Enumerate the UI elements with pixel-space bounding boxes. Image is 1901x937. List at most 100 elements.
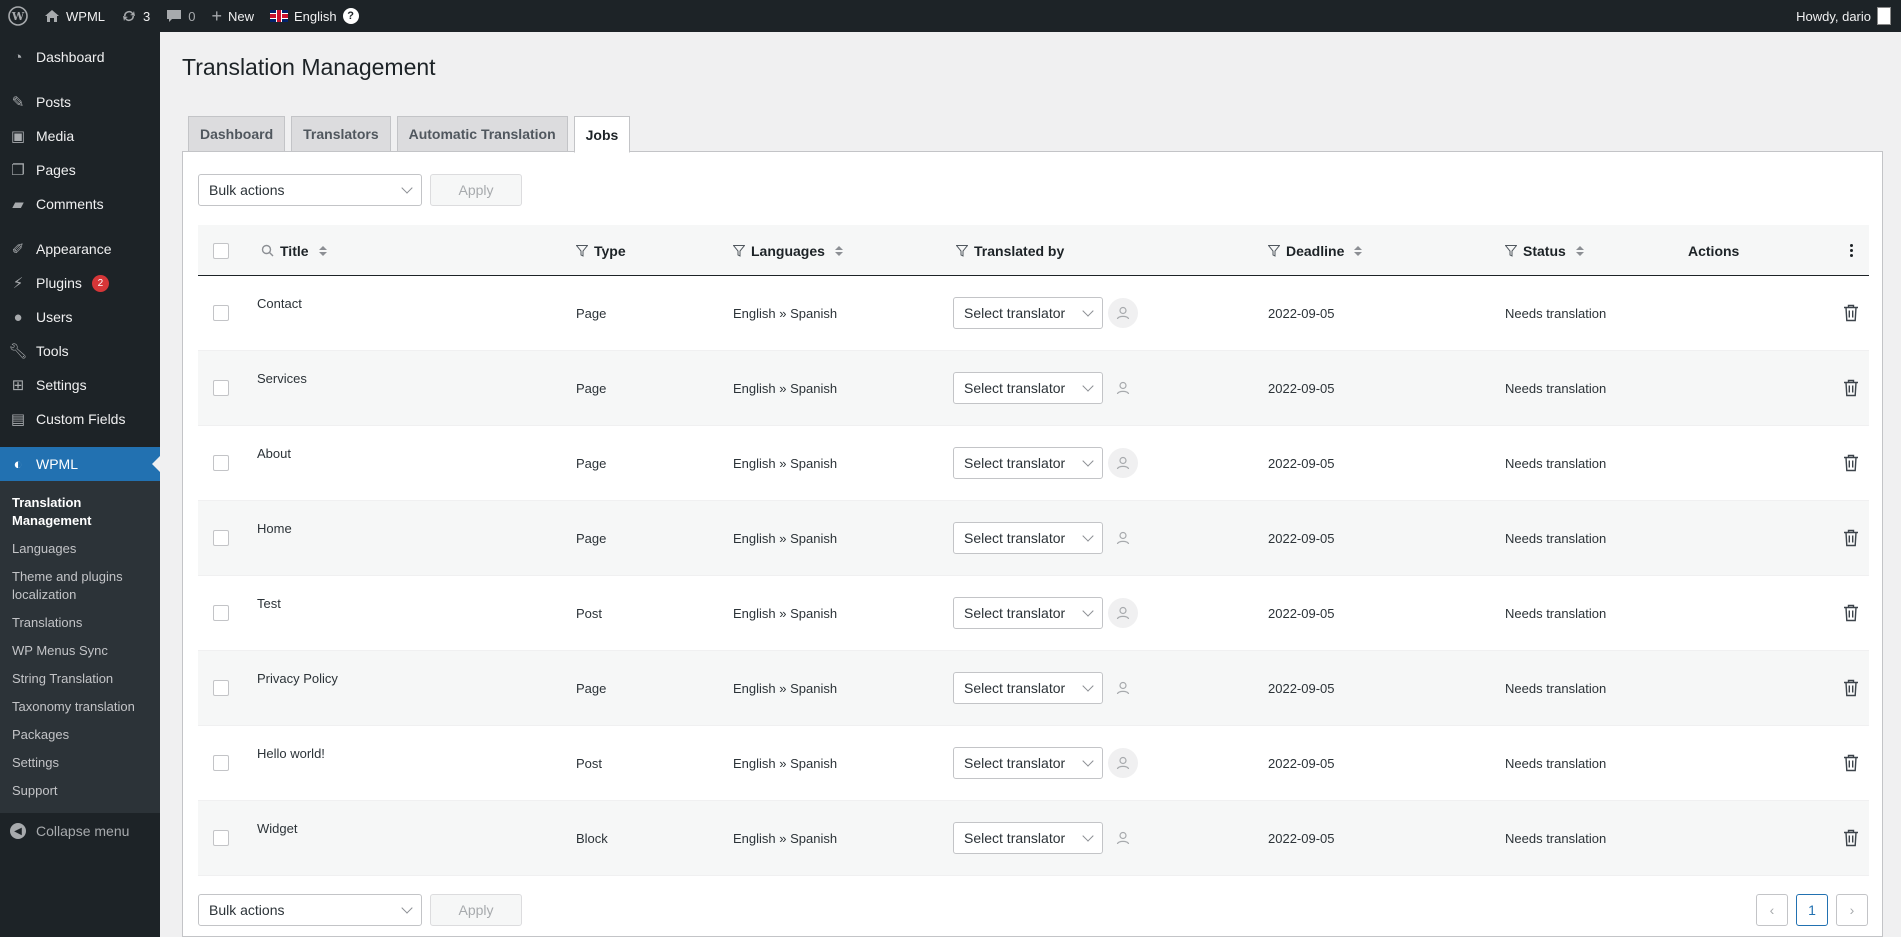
help-icon[interactable]: ? — [342, 8, 359, 24]
sort-icon[interactable] — [318, 245, 327, 256]
job-title[interactable]: Test — [257, 596, 281, 611]
col-title[interactable]: Title — [261, 225, 327, 276]
col-deadline[interactable]: Deadline — [1268, 225, 1363, 276]
tab-automatic-translation[interactable]: Automatic Translation — [396, 116, 568, 152]
row-checkbox[interactable] — [213, 830, 229, 846]
job-languages: English » Spanish — [733, 381, 838, 396]
menu-plugins[interactable]: ⚡ Plugins 2 — [0, 266, 160, 300]
menu-wpml[interactable]: ◐ WPML — [0, 447, 160, 481]
submenu-wp-menus-sync[interactable]: WP Menus Sync — [0, 637, 160, 665]
filter-icon[interactable] — [956, 244, 968, 257]
select-translator-dropdown[interactable]: Select translator — [953, 372, 1103, 404]
row-checkbox[interactable] — [213, 530, 229, 546]
jobs-panel: Bulk actions Apply Title Type Languages … — [182, 151, 1883, 937]
comment-icon — [167, 10, 182, 22]
row-checkbox[interactable] — [213, 680, 229, 696]
select-translator-dropdown[interactable]: Select translator — [953, 747, 1103, 779]
apply-button[interactable]: Apply — [430, 894, 522, 926]
sort-icon[interactable] — [1354, 245, 1363, 256]
delete-button[interactable] — [1843, 379, 1859, 397]
menu-appearance[interactable]: ✐ Appearance — [0, 232, 160, 266]
col-status[interactable]: Status — [1505, 225, 1584, 276]
select-all-checkbox[interactable] — [213, 242, 229, 259]
sort-icon[interactable] — [834, 245, 843, 256]
col-translated-by[interactable]: Translated by — [956, 225, 1064, 276]
delete-button[interactable] — [1843, 604, 1859, 622]
delete-button[interactable] — [1843, 529, 1859, 547]
tab-jobs[interactable]: Jobs — [573, 116, 631, 153]
new-content-link[interactable]: + New — [203, 0, 262, 32]
wordpress-logo-icon[interactable]: W — [0, 0, 36, 32]
delete-button[interactable] — [1843, 454, 1859, 472]
menu-comments[interactable]: ▰ Comments — [0, 187, 160, 221]
row-checkbox[interactable] — [213, 305, 229, 321]
menu-settings[interactable]: ⊞ Settings — [0, 368, 160, 402]
language-switcher[interactable]: English ? — [262, 0, 367, 32]
select-translator-dropdown[interactable]: Select translator — [953, 522, 1103, 554]
search-icon[interactable] — [261, 244, 274, 257]
job-type: Page — [576, 681, 607, 696]
job-title[interactable]: Contact — [257, 296, 302, 311]
job-title[interactable]: Privacy Policy — [257, 671, 338, 686]
filter-icon[interactable] — [1268, 244, 1280, 257]
sort-icon[interactable] — [1575, 245, 1584, 256]
select-translator-dropdown[interactable]: Select translator — [953, 597, 1103, 629]
menu-users[interactable]: ● Users — [0, 300, 160, 334]
select-translator-dropdown[interactable]: Select translator — [953, 672, 1103, 704]
submenu-taxonomy-translation[interactable]: Taxonomy translation — [0, 693, 160, 721]
site-name-link[interactable]: WPML — [36, 0, 113, 32]
collapse-menu-button[interactable]: ◀ Collapse menu — [0, 813, 160, 849]
column-options[interactable] — [1850, 225, 1853, 276]
menu-posts[interactable]: ✎ Posts — [0, 85, 160, 119]
menu-custom-fields[interactable]: ▤ Custom Fields — [0, 402, 160, 436]
delete-button[interactable] — [1843, 679, 1859, 697]
filter-icon[interactable] — [1505, 244, 1517, 257]
submenu-support[interactable]: Support — [0, 777, 160, 805]
row-checkbox[interactable] — [213, 455, 229, 471]
job-title[interactable]: Home — [257, 521, 292, 536]
delete-button[interactable] — [1843, 304, 1859, 322]
job-title[interactable]: Services — [257, 371, 307, 386]
menu-media[interactable]: ▣ Media — [0, 119, 160, 153]
select-translator-dropdown[interactable]: Select translator — [953, 822, 1103, 854]
select-translator-dropdown[interactable]: Select translator — [953, 447, 1103, 479]
row-checkbox[interactable] — [213, 380, 229, 396]
user-icon — [1108, 823, 1138, 853]
tab-dashboard[interactable]: Dashboard — [188, 116, 286, 152]
my-account[interactable]: Howdy, dario — [1788, 0, 1901, 32]
filter-icon[interactable] — [576, 244, 588, 257]
submenu-string-translation[interactable]: String Translation — [0, 665, 160, 693]
submenu-translations[interactable]: Translations — [0, 609, 160, 637]
bulk-actions-select[interactable]: Bulk actions — [198, 174, 422, 206]
row-checkbox[interactable] — [213, 755, 229, 771]
col-languages[interactable]: Languages — [733, 225, 843, 276]
prev-page-button[interactable]: ‹ — [1756, 894, 1788, 926]
apply-button[interactable]: Apply — [430, 174, 522, 206]
col-languages-label: Languages — [751, 242, 825, 259]
comments-link[interactable]: 0 — [158, 0, 203, 32]
wpml-icon: ◐ — [13, 455, 23, 473]
updates-link[interactable]: 3 — [113, 0, 158, 32]
menu-tools[interactable]: 🔧︎ Tools — [0, 334, 160, 368]
tab-translators[interactable]: Translators — [291, 116, 391, 152]
kebab-menu-icon[interactable] — [1850, 244, 1853, 257]
menu-dashboard[interactable]: ◔ Dashboard — [0, 40, 160, 74]
submenu-theme-plugins-localization[interactable]: Theme and plugins localization — [0, 563, 160, 609]
current-page[interactable]: 1 — [1796, 894, 1828, 926]
submenu-packages[interactable]: Packages — [0, 721, 160, 749]
job-title[interactable]: Widget — [257, 821, 297, 836]
job-title[interactable]: About — [257, 446, 291, 461]
submenu-translation-management[interactable]: Translation Management — [0, 489, 160, 535]
col-type[interactable]: Type — [576, 225, 626, 276]
delete-button[interactable] — [1843, 754, 1859, 772]
select-translator-dropdown[interactable]: Select translator — [953, 297, 1103, 329]
next-page-button[interactable]: › — [1836, 894, 1868, 926]
row-checkbox[interactable] — [213, 605, 229, 621]
menu-pages[interactable]: ❐ Pages — [0, 153, 160, 187]
submenu-settings[interactable]: Settings — [0, 749, 160, 777]
bulk-actions-select[interactable]: Bulk actions — [198, 894, 422, 926]
filter-icon[interactable] — [733, 244, 745, 257]
submenu-languages[interactable]: Languages — [0, 535, 160, 563]
job-title[interactable]: Hello world! — [257, 746, 325, 761]
delete-button[interactable] — [1843, 829, 1859, 847]
